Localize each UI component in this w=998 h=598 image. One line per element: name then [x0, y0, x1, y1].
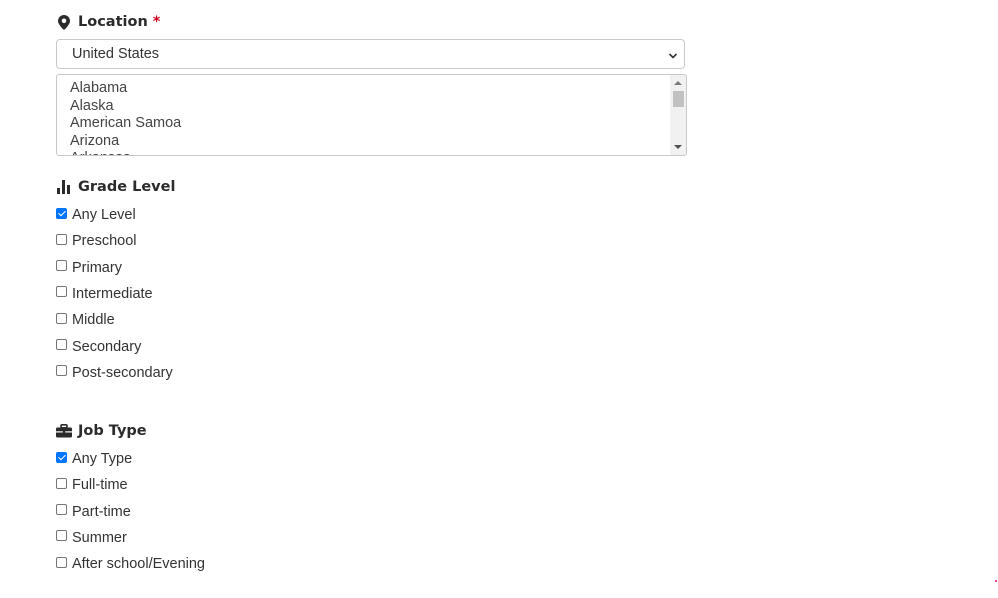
state-option[interactable]: American Samoa	[70, 115, 181, 133]
job-type-option-label: Summer	[72, 529, 127, 546]
state-option[interactable]: Alaska	[70, 98, 181, 116]
grade-level-checkbox[interactable]	[56, 260, 67, 272]
grade-level-option-label: Secondary	[72, 338, 142, 355]
job-type-option-label: After school/Evening	[72, 556, 205, 573]
job-type-checkbox[interactable]	[56, 504, 67, 516]
job-type-checkbox[interactable]	[56, 530, 67, 542]
job-type-option-row[interactable]: Full-time	[56, 476, 128, 494]
scroll-thumb[interactable]	[673, 91, 684, 107]
grade-level-option-row[interactable]: Middle	[56, 311, 115, 329]
job-type-title: Job Type	[78, 423, 147, 439]
grade-level-option-label: Preschool	[72, 233, 137, 250]
grade-level-option-row[interactable]: Preschool	[56, 232, 136, 250]
briefcase-icon	[56, 423, 72, 439]
state-list-scrollbar[interactable]	[670, 75, 686, 155]
grade-level-heading: Grade Level	[56, 177, 175, 197]
location-heading: Location *	[56, 12, 160, 32]
location-title: Location	[78, 14, 148, 30]
grade-level-option-row[interactable]: Primary	[56, 259, 122, 277]
scroll-up-arrow-icon[interactable]	[670, 76, 686, 90]
chevron-down-icon	[668, 49, 678, 59]
required-asterisk: *	[152, 14, 161, 30]
job-type-option-row[interactable]: After school/Evening	[56, 555, 205, 573]
country-select[interactable]: United States	[56, 39, 685, 69]
job-type-checkbox[interactable]	[56, 451, 67, 463]
grade-level-checkbox[interactable]	[56, 312, 67, 324]
state-options: AlabamaAlaskaAmerican SamoaArizonaArkans…	[70, 80, 181, 155]
grade-level-option-label: Middle	[72, 312, 115, 329]
job-type-checkbox[interactable]	[56, 477, 67, 489]
map-pin-icon	[56, 14, 72, 30]
grade-level-option-label: Any Level	[72, 207, 136, 223]
job-type-option-row[interactable]: Summer	[56, 529, 127, 547]
state-listbox[interactable]: AlabamaAlaskaAmerican SamoaArizonaArkans…	[56, 74, 687, 156]
decorative-dot	[995, 580, 997, 582]
grade-level-checkbox[interactable]	[56, 207, 67, 219]
country-selected-value: United States	[72, 46, 160, 62]
job-type-checkbox[interactable]	[56, 556, 67, 568]
state-option[interactable]: Arizona	[70, 133, 181, 151]
grade-level-option-row[interactable]: Intermediate	[56, 285, 153, 303]
grade-level-option-row[interactable]: Any Level	[56, 206, 136, 224]
bar-chart-icon	[56, 179, 72, 195]
grade-level-option-label: Primary	[72, 259, 122, 276]
job-type-option-row[interactable]: Any Type	[56, 450, 132, 468]
scroll-down-arrow-icon[interactable]	[670, 140, 686, 154]
job-type-option-label: Part-time	[72, 503, 131, 520]
job-type-option-label: Full-time	[72, 477, 128, 494]
grade-level-title: Grade Level	[78, 179, 176, 195]
job-type-option-row[interactable]: Part-time	[56, 503, 131, 521]
grade-level-checkbox[interactable]	[56, 339, 67, 350]
grade-level-option-label: Intermediate	[72, 285, 153, 302]
state-option[interactable]: Alabama	[70, 80, 181, 98]
grade-level-option-label: Post-secondary	[72, 364, 173, 381]
job-type-heading: Job Type	[56, 421, 147, 441]
job-type-option-label: Any Type	[72, 451, 133, 467]
grade-level-checkbox[interactable]	[56, 365, 67, 377]
grade-level-option-row[interactable]: Post-secondary	[56, 364, 173, 382]
grade-level-checkbox[interactable]	[56, 233, 67, 245]
state-option[interactable]: Arkansas	[70, 150, 181, 155]
grade-level-option-row[interactable]: Secondary	[56, 338, 141, 356]
grade-level-checkbox[interactable]	[56, 286, 67, 298]
